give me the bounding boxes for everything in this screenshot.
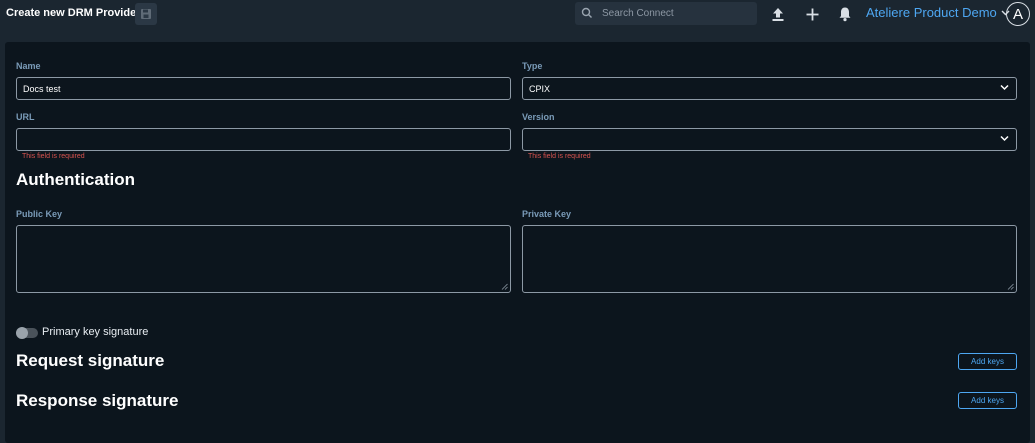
primary-key-signature-toggle[interactable] bbox=[16, 327, 38, 339]
version-label: Version bbox=[522, 112, 555, 122]
add-button[interactable] bbox=[803, 5, 821, 23]
resize-grip-icon[interactable] bbox=[501, 283, 508, 290]
top-bar: Create new DRM Provider Atel bbox=[0, 0, 1035, 30]
notifications-button[interactable] bbox=[836, 5, 854, 23]
type-select[interactable]: CPIX bbox=[522, 77, 1017, 100]
url-input[interactable] bbox=[16, 128, 511, 151]
page-title: Create new DRM Provider bbox=[6, 7, 141, 19]
type-select-value: CPIX bbox=[529, 83, 551, 94]
resize-grip-icon[interactable] bbox=[1007, 283, 1014, 290]
save-button[interactable] bbox=[135, 3, 157, 25]
public-key-textarea[interactable] bbox=[16, 225, 511, 293]
response-add-keys-button[interactable]: Add keys bbox=[958, 392, 1017, 409]
response-signature-heading: Response signature bbox=[16, 391, 179, 410]
url-error: This field is required bbox=[22, 153, 85, 160]
authentication-heading: Authentication bbox=[16, 170, 135, 189]
request-signature-heading: Request signature bbox=[16, 351, 165, 370]
upload-icon bbox=[772, 7, 784, 21]
version-select[interactable] bbox=[522, 128, 1017, 151]
search-icon bbox=[581, 7, 592, 18]
url-label: URL bbox=[16, 112, 35, 122]
org-name: Ateliere Product Demo bbox=[866, 5, 997, 20]
search-input[interactable] bbox=[602, 5, 752, 22]
primary-key-signature-label: Primary key signature bbox=[42, 326, 149, 338]
upload-button[interactable] bbox=[769, 5, 787, 23]
toggle-knob bbox=[16, 327, 28, 339]
private-key-textarea[interactable] bbox=[522, 225, 1017, 293]
chevron-down-icon bbox=[1000, 84, 1009, 91]
search-box[interactable] bbox=[575, 2, 757, 25]
org-switcher[interactable]: Ateliere Product Demo bbox=[866, 5, 1010, 20]
request-add-keys-button[interactable]: Add keys bbox=[958, 353, 1017, 370]
save-icon bbox=[141, 9, 151, 19]
bell-icon bbox=[839, 7, 851, 22]
avatar[interactable]: A bbox=[1006, 2, 1030, 26]
type-label: Type bbox=[522, 61, 543, 71]
plus-icon bbox=[806, 8, 818, 20]
private-key-label: Private Key bbox=[522, 209, 572, 219]
version-error: This field is required bbox=[528, 153, 591, 160]
name-label: Name bbox=[16, 61, 41, 71]
chevron-down-icon bbox=[1000, 135, 1009, 142]
form-panel: Name Type CPIX URL This field is require… bbox=[5, 42, 1030, 443]
name-input[interactable] bbox=[16, 77, 511, 100]
public-key-label: Public Key bbox=[16, 209, 63, 219]
